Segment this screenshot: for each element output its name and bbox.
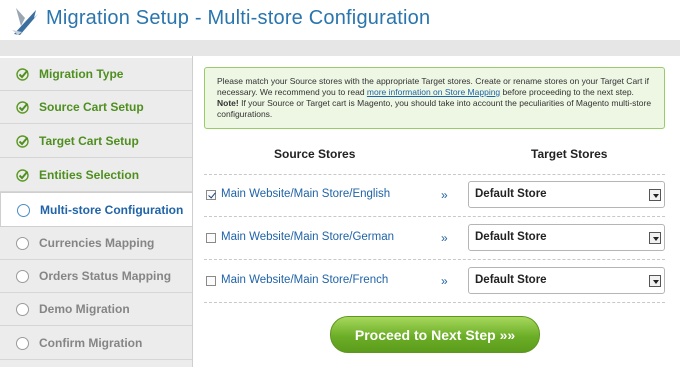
- mapping-arrow-icon: »: [441, 231, 448, 245]
- circle-icon: [16, 237, 29, 250]
- source-store-english: Main Website/Main Store/English: [221, 188, 391, 200]
- store-mapping-info-link[interactable]: more information on Store Mapping: [367, 87, 500, 97]
- target-store-value: Default Store: [475, 188, 547, 200]
- target-store-select-french[interactable]: Default Store: [468, 267, 665, 294]
- row-divider: [204, 302, 665, 303]
- check-icon: [16, 169, 29, 182]
- circle-icon: [16, 270, 29, 283]
- page-title: Migration Setup - Multi-store Configurat…: [46, 7, 431, 29]
- info-notice: Please match your Source stores with the…: [204, 67, 665, 129]
- row-divider: [204, 174, 665, 175]
- notice-note-text: If your Source or Target cart is Magento…: [217, 98, 652, 119]
- sidebar-item-orders-status-mapping[interactable]: Orders Status Mapping: [0, 260, 192, 293]
- row-divider: [204, 259, 665, 260]
- store-checkbox-french[interactable]: [206, 276, 216, 286]
- store-checkbox-german[interactable]: [206, 233, 216, 243]
- circle-icon: [16, 303, 29, 316]
- sidebar-item-confirm-migration[interactable]: Confirm Migration: [0, 327, 192, 360]
- check-icon: [16, 135, 29, 148]
- sidebar-item-label: Migration Type: [39, 67, 124, 81]
- circle-icon: [17, 203, 30, 217]
- sidebar-item-label: Target Cart Setup: [39, 134, 139, 148]
- sidebar-item-entities-selection[interactable]: Entities Selection: [0, 159, 192, 192]
- chevron-down-icon: [649, 189, 661, 201]
- mapping-arrow-icon: »: [441, 188, 448, 202]
- target-store-value: Default Store: [475, 274, 547, 286]
- sidebar-item-label: Confirm Migration: [39, 336, 143, 350]
- sidebar-item-label: Currencies Mapping: [39, 236, 155, 250]
- sidebar-item-label: Orders Status Mapping: [39, 269, 172, 283]
- mapping-arrow-icon: »: [441, 274, 448, 288]
- chevron-down-icon: [649, 232, 661, 244]
- sidebar-item-target-cart-setup[interactable]: Target Cart Setup: [0, 125, 192, 158]
- sidebar-item-label: Multi-store Configuration: [40, 202, 184, 217]
- target-stores-header: Target Stores: [531, 147, 608, 161]
- row-divider: [204, 216, 665, 217]
- target-store-value: Default Store: [475, 231, 547, 243]
- sidebar-item-source-cart-setup[interactable]: Source Cart Setup: [0, 91, 192, 124]
- target-store-select-german[interactable]: Default Store: [468, 224, 665, 251]
- store-checkbox-english[interactable]: [206, 190, 216, 200]
- source-store-german: Main Website/Main Store/German: [221, 231, 394, 243]
- page-header: Migration Setup - Multi-store Configurat…: [0, 0, 680, 40]
- sidebar-item-label: Source Cart Setup: [39, 100, 144, 114]
- sidebar-item-label: Demo Migration: [39, 302, 130, 316]
- sidebar-item-label: Entities Selection: [39, 168, 140, 182]
- header-divider-band: [0, 40, 680, 56]
- chevron-down-icon: [649, 275, 661, 287]
- steps-sidebar: Migration Type Source Cart Setup Target …: [0, 58, 193, 367]
- sidebar-item-multi-store-configuration[interactable]: Multi-store Configuration: [0, 192, 193, 227]
- arrow-logo-icon: [12, 8, 38, 35]
- target-store-select-english[interactable]: Default Store: [468, 181, 665, 208]
- source-stores-header: Source Stores: [274, 147, 356, 161]
- sidebar-item-migration-type[interactable]: Migration Type: [0, 58, 192, 91]
- circle-icon: [16, 337, 29, 350]
- sidebar-item-demo-migration[interactable]: Demo Migration: [0, 293, 192, 326]
- sidebar-item-currencies-mapping[interactable]: Currencies Mapping: [0, 227, 192, 260]
- check-icon: [16, 101, 29, 114]
- notice-note-label: Note!: [217, 98, 239, 108]
- check-icon: [16, 68, 29, 81]
- source-store-french: Main Website/Main Store/French: [221, 274, 389, 286]
- notice-text-end: before proceeding to the next step.: [500, 87, 634, 97]
- proceed-to-next-step-button[interactable]: Proceed to Next Step »»: [330, 316, 540, 353]
